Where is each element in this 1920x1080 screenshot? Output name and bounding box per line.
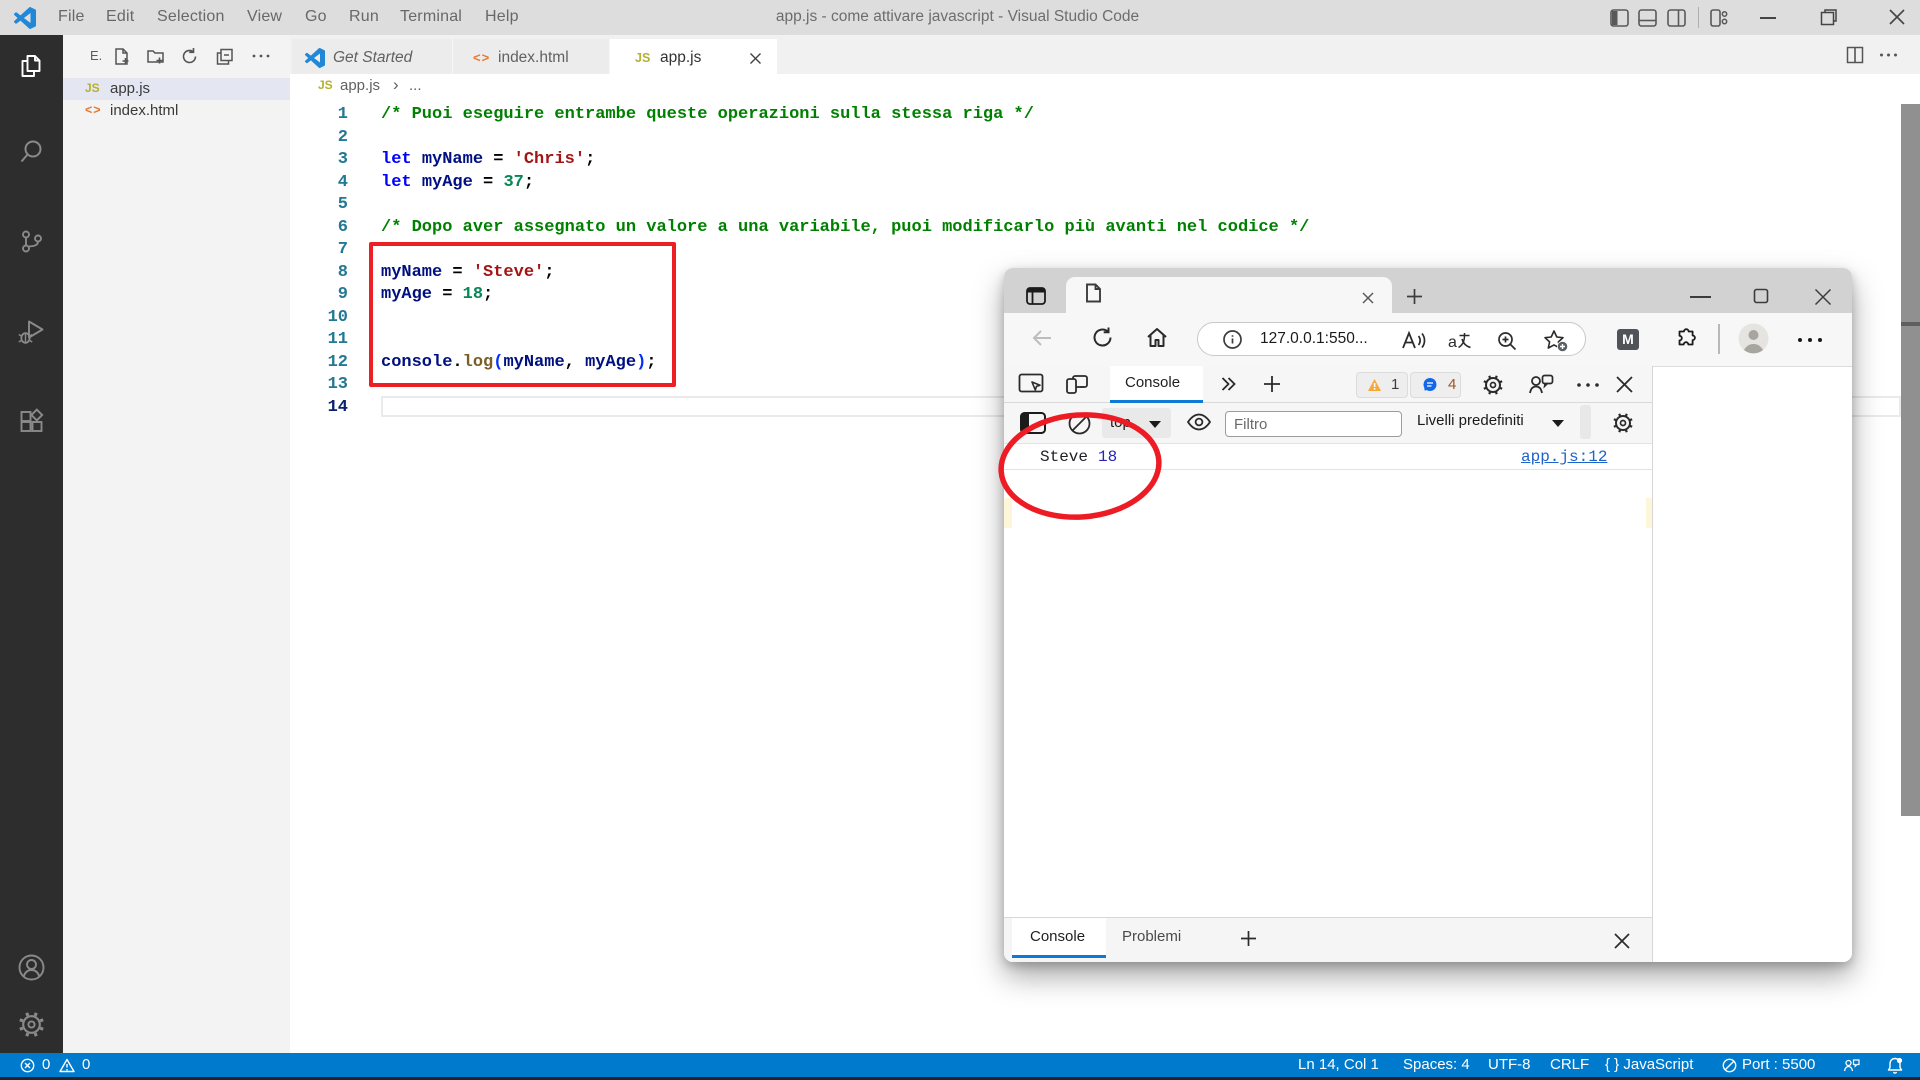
svg-text:a: a [1448,334,1457,351]
